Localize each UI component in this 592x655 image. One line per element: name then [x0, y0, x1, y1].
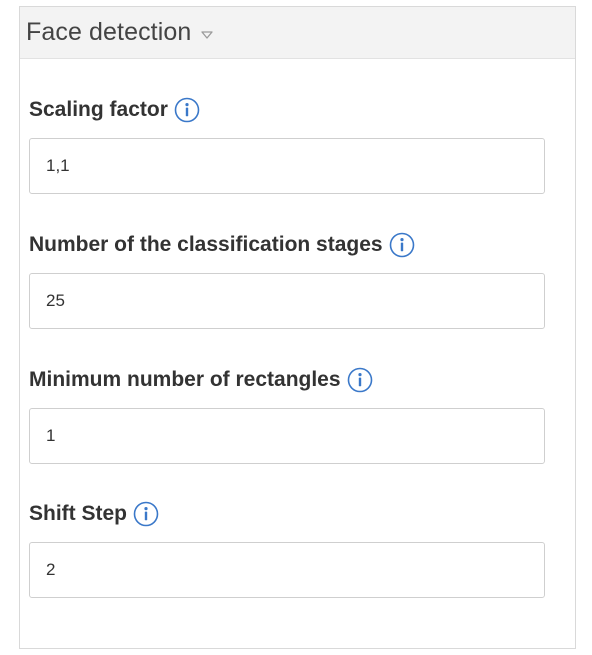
info-icon[interactable]: [133, 501, 159, 527]
panel-title: Face detection: [26, 18, 192, 46]
minimum-rectangles-input[interactable]: [29, 408, 545, 464]
classification-stages-input[interactable]: [29, 273, 545, 329]
info-icon[interactable]: [347, 367, 373, 393]
label-row: Scaling factor: [29, 94, 545, 126]
shift-step-input[interactable]: [29, 542, 545, 598]
info-icon[interactable]: [174, 97, 200, 123]
label-row: Number of the classification stages: [29, 229, 545, 261]
shift-step-field: Shift Step: [29, 498, 545, 598]
classification-stages-field: Number of the classification stages: [29, 229, 545, 329]
caret-down-icon[interactable]: [200, 28, 214, 42]
label-row: Shift Step: [29, 498, 545, 530]
classification-stages-label: Number of the classification stages: [29, 233, 383, 256]
label-row: Minimum number of rectangles: [29, 364, 545, 396]
minimum-rectangles-label: Minimum number of rectangles: [29, 368, 341, 391]
minimum-rectangles-field: Minimum number of rectangles: [29, 364, 545, 464]
shift-step-label: Shift Step: [29, 502, 127, 525]
scaling-factor-field: Scaling factor: [29, 94, 545, 194]
info-icon[interactable]: [389, 232, 415, 258]
scaling-factor-label: Scaling factor: [29, 98, 168, 121]
panel-header[interactable]: Face detection: [20, 7, 575, 59]
scaling-factor-input[interactable]: [29, 138, 545, 194]
